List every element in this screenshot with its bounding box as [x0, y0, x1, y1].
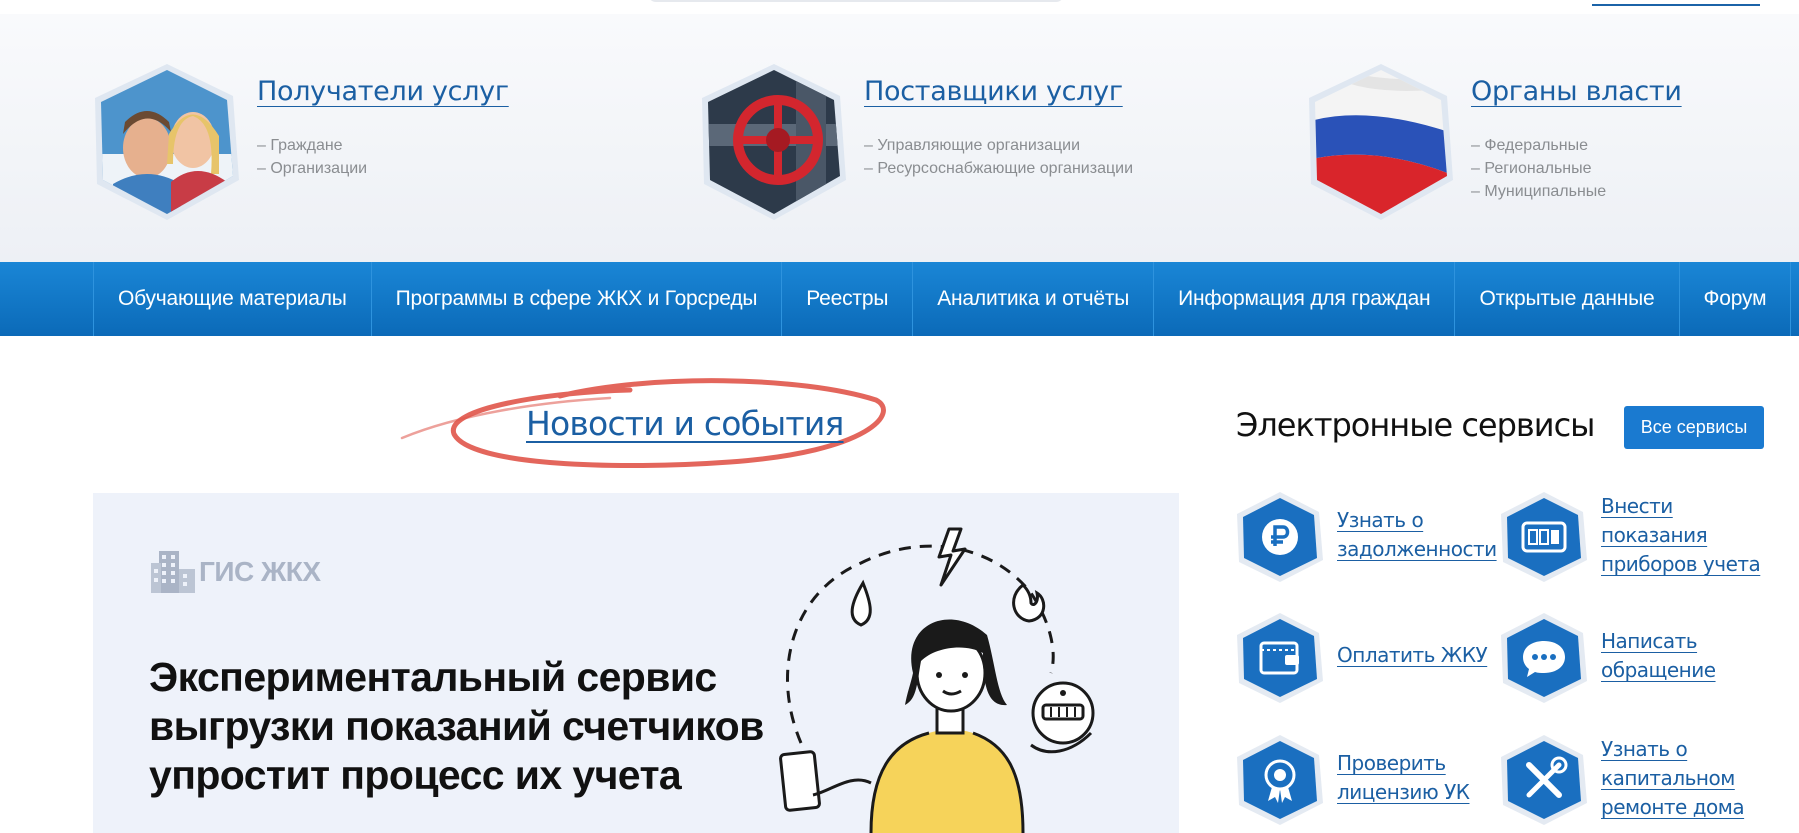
meter-icon	[1501, 492, 1587, 582]
audience-list-item[interactable]: – Организации	[257, 157, 367, 180]
main-nav: Обучающие материалы Программы в сфере ЖК…	[0, 262, 1799, 336]
audience-list-item[interactable]: – Муниципальные	[1471, 180, 1606, 203]
building-icon	[151, 551, 195, 593]
nav-item-citizens-info[interactable]: Информация для граждан	[1153, 262, 1454, 336]
service-label-line[interactable]: задолженности	[1337, 535, 1497, 564]
service-label-line[interactable]: Узнать о	[1337, 506, 1497, 535]
services-title: Электронные сервисы	[1236, 406, 1595, 444]
service-label: Внести показания приборов учета	[1601, 492, 1761, 579]
audience-title[interactable]: Органы власти	[1471, 76, 1682, 107]
gis-logo-text: ГИС ЖКХ	[199, 556, 321, 587]
audience-list: – Граждане – Организации	[257, 134, 367, 180]
service-label-line[interactable]: Написать	[1601, 627, 1716, 656]
nav-item-programs[interactable]: Программы в сфере ЖКХ и Горсреды	[370, 262, 782, 336]
all-services-button[interactable]: Все сервисы	[1624, 406, 1764, 449]
top-link-underline[interactable]	[1592, 4, 1760, 6]
service-label: Узнать о капитальном ремонте дома	[1601, 735, 1745, 822]
wallet-icon	[1237, 613, 1323, 703]
license-badge-icon	[1237, 735, 1323, 825]
service-label-line[interactable]: лицензию УК	[1337, 778, 1470, 807]
ruble-icon	[1237, 492, 1323, 582]
audience-list-item[interactable]: – Граждане	[257, 134, 367, 157]
audience-list: – Федеральные – Региональные – Муниципал…	[1471, 134, 1606, 203]
service-label-line[interactable]: ремонте дома	[1601, 793, 1745, 822]
nav-item-open-data[interactable]: Открытые данные	[1454, 262, 1678, 336]
service-label-line[interactable]: показания	[1601, 521, 1760, 550]
service-label-line[interactable]: приборов учета	[1601, 550, 1761, 579]
audience-band: Получатели услуг – Граждане – Организаци…	[0, 14, 1799, 262]
news-title-link[interactable]: Новости и события	[526, 404, 844, 443]
news-heading: Новости и события	[400, 374, 890, 474]
gis-logo: ГИС ЖКХ	[151, 551, 321, 593]
people-photo[interactable]	[93, 64, 241, 220]
service-label: Написать обращение	[1601, 627, 1716, 685]
service-label-line[interactable]: капитальном	[1601, 764, 1744, 793]
service-label: Узнать о задолженности	[1337, 506, 1497, 564]
service-label: Оплатить ЖКУ	[1337, 641, 1488, 670]
chat-icon	[1501, 613, 1587, 703]
nav-item-forum[interactable]: Форум	[1678, 262, 1792, 336]
meter-illustration	[779, 527, 1095, 833]
service-label-line[interactable]: обращение	[1601, 656, 1716, 685]
top-strip	[0, 0, 1799, 14]
nav-item-registries[interactable]: Реестры	[781, 262, 912, 336]
service-label-line[interactable]: Оплатить ЖКУ	[1337, 641, 1488, 670]
valve-photo[interactable]	[700, 64, 848, 220]
service-label-line[interactable]: Внести	[1601, 492, 1760, 521]
banner-headline[interactable]: Экспериментальный сервис выгрузки показа…	[149, 653, 799, 800]
news-banner[interactable]: ГИС ЖКХ Экспериментальный сервис выгрузк…	[93, 493, 1179, 833]
audience-list-item[interactable]: – Региональные	[1471, 157, 1606, 180]
audience-title[interactable]: Поставщики услуг	[864, 76, 1123, 107]
tools-icon	[1501, 735, 1587, 825]
russian-flag-photo[interactable]	[1307, 64, 1455, 220]
audience-list-item[interactable]: – Ресурсоснабжающие организации	[864, 157, 1133, 180]
audience-list: – Управляющие организации – Ресурсоснабж…	[864, 134, 1133, 180]
audience-list-item[interactable]: – Управляющие организации	[864, 134, 1133, 157]
audience-list-item[interactable]: – Федеральные	[1471, 134, 1606, 157]
main-nav-items: Обучающие материалы Программы в сфере ЖК…	[93, 262, 1792, 336]
service-label-line[interactable]: Узнать о	[1601, 735, 1744, 764]
service-label-line[interactable]: Проверить	[1337, 749, 1470, 778]
search-field-edge[interactable]	[648, 0, 1064, 2]
audience-title[interactable]: Получатели услуг	[257, 76, 509, 107]
nav-item-analytics[interactable]: Аналитика и отчёты	[912, 262, 1153, 336]
service-label: Проверить лицензию УК	[1337, 749, 1470, 807]
nav-item-training[interactable]: Обучающие материалы	[93, 262, 371, 336]
